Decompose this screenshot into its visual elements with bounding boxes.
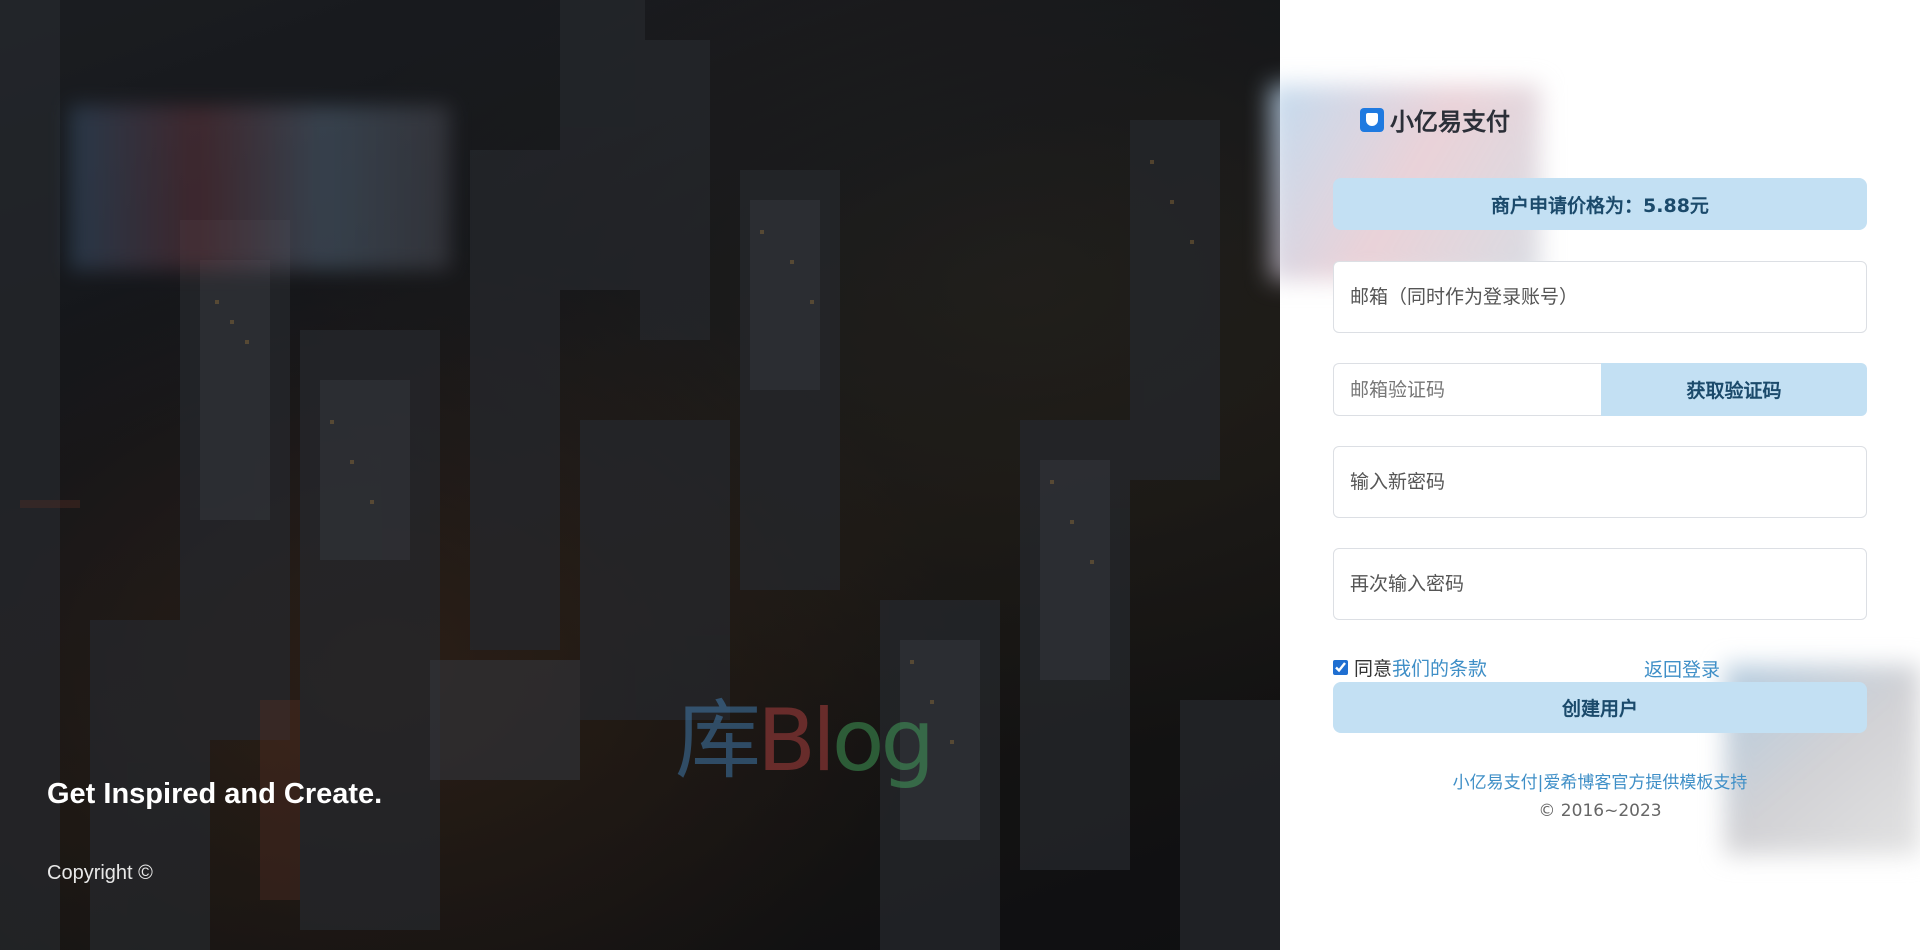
watermark-logo: 库Blog [675,691,935,791]
terms-agreement: 同意 我们的条款 [1333,654,1867,681]
create-user-button[interactable]: 创建用户 [1333,682,1867,733]
price-banner: 商户申请价格为：5.88元 [1333,178,1867,230]
brand-name: 小亿易支付 [1390,108,1510,136]
footer-link-template[interactable]: 爱希博客官方提供模板支持 [1543,773,1747,793]
agree-checkbox[interactable] [1333,659,1348,675]
hero-tagline: Get Inspired and Create. [47,778,383,810]
new-password-field[interactable] [1333,446,1867,518]
hero-panel: 库Blog Get Inspired and Create. Copyright… [0,0,1280,950]
terms-link[interactable]: 我们的条款 [1392,654,1487,681]
hero-copyright: Copyright © [47,862,153,884]
verification-code-group: 获取验证码 [1333,363,1867,416]
footer-copyright: © 2016~2023 [1538,801,1662,821]
agree-label: 同意 [1354,657,1393,680]
footer-link-site[interactable]: 小亿易支付 [1453,773,1538,793]
get-code-button[interactable]: 获取验证码 [1601,363,1867,416]
footer-links: 小亿易支付|爱希博客官方提供模板支持 [1333,768,1867,793]
back-to-login-link[interactable]: 返回登录 [1644,655,1720,682]
email-field[interactable] [1333,261,1867,333]
confirm-password-field[interactable] [1333,548,1867,620]
shield-wallet-icon [1360,107,1384,132]
brand-header: 小亿易支付 [1360,102,1510,137]
blurred-logo-area [70,105,450,270]
verification-code-input[interactable] [1333,363,1601,416]
